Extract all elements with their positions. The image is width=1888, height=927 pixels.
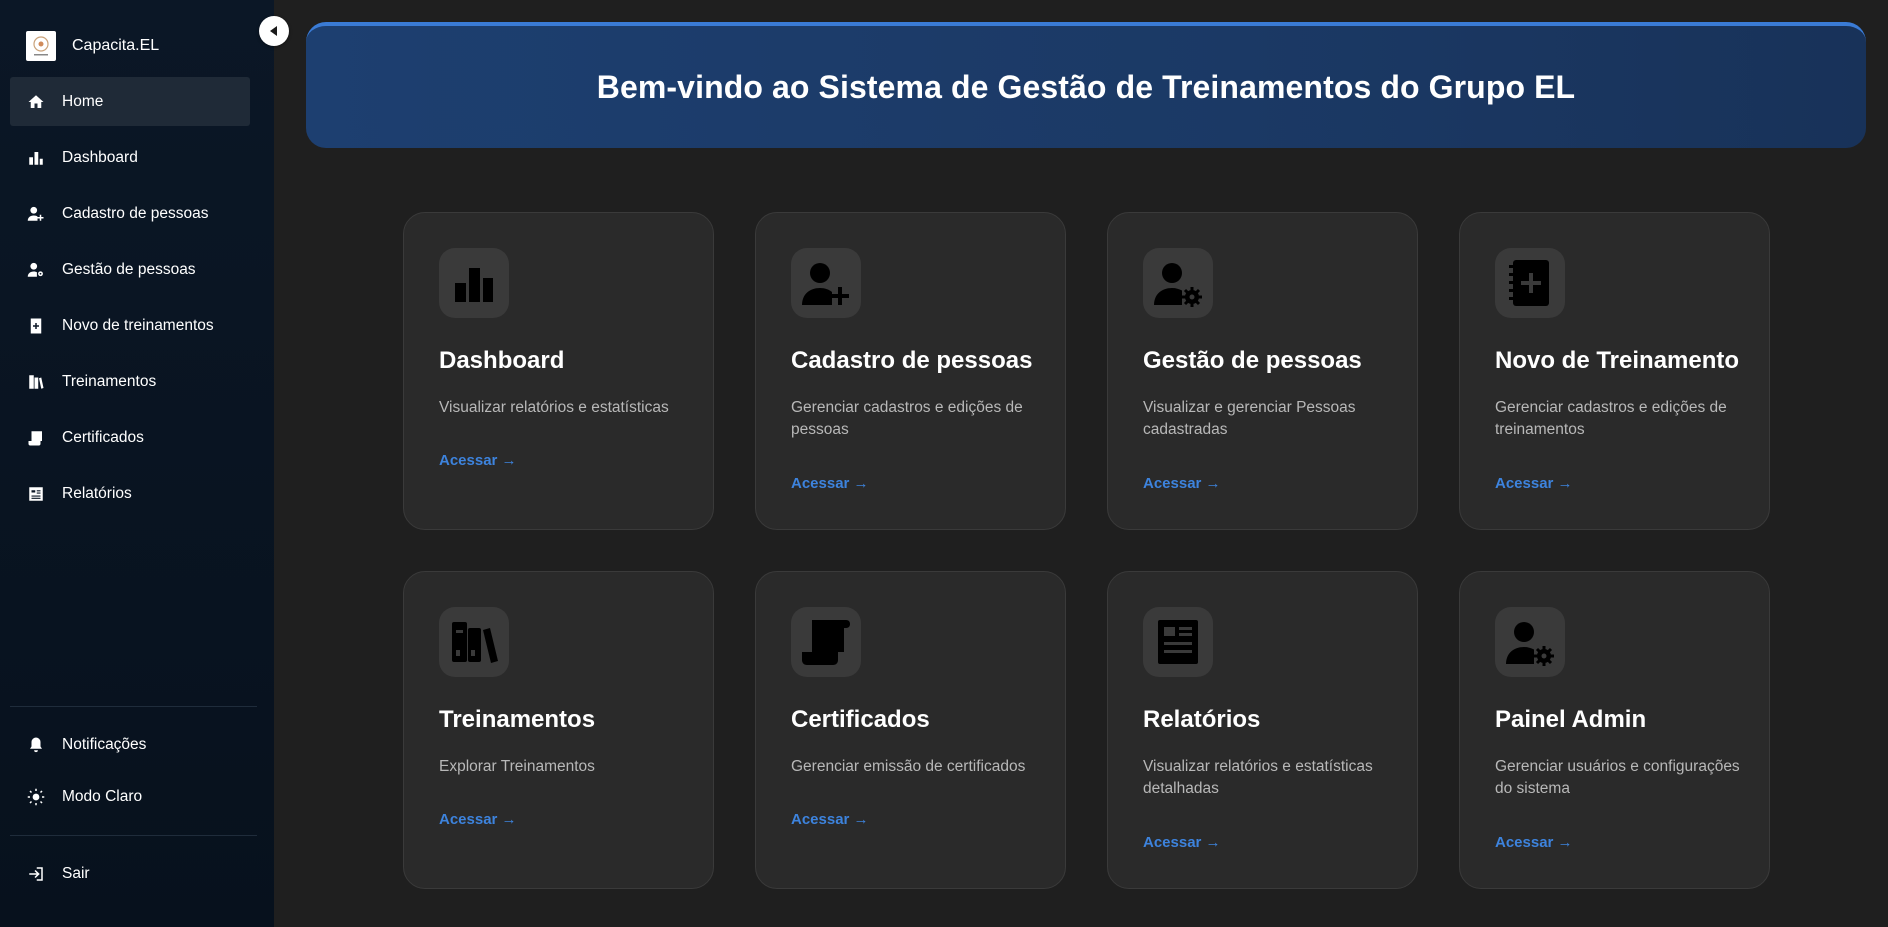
sidebar-item-label: Novo de treinamentos	[62, 316, 214, 334]
sun-icon	[26, 787, 46, 807]
books-icon	[26, 372, 46, 392]
sidebar-item-label: Cadastro de pessoas	[62, 204, 209, 222]
sidebar-item-label: Dashboard	[62, 148, 138, 166]
logout-icon	[26, 864, 46, 884]
books-icon	[439, 607, 509, 677]
card-link[interactable]: Acessar →	[1143, 834, 1221, 851]
sidebar-item-gestao[interactable]: Gestão de pessoas	[10, 245, 250, 294]
sidebar-item-treinamentos[interactable]: Treinamentos	[10, 357, 250, 406]
card-title: Gestão de pessoas	[1143, 347, 1362, 374]
card-title: Painel Admin	[1495, 706, 1647, 733]
card-description: Gerenciar emissão de certificados	[791, 758, 1026, 775]
card-link[interactable]: Acessar →	[791, 811, 869, 828]
scroll-icon	[791, 607, 861, 677]
person-add-icon	[26, 204, 46, 224]
card-relatorios[interactable]: Relatórios Visualizar relatórios e estat…	[1107, 571, 1418, 889]
home-icon	[26, 92, 46, 112]
divider	[10, 706, 257, 707]
card-description: Explorar Treinamentos	[439, 758, 595, 775]
page-title: Bem-vindo ao Sistema de Gestão de Treina…	[596, 68, 1576, 105]
card-description: Gerenciar cadastros e edições de pessoas	[791, 399, 1023, 438]
card-novo-treinamento[interactable]: Novo de Treinamento Gerenciar cadastros …	[1459, 212, 1770, 530]
logout-label: Sair	[62, 865, 90, 882]
sidebar-item-certificados[interactable]: Certificados	[10, 413, 250, 462]
sidebar-item-dashboard[interactable]: Dashboard	[10, 133, 250, 182]
caret-left-icon	[270, 26, 277, 36]
card-dashboard[interactable]: Dashboard Visualizar relatórios e estatí…	[403, 212, 714, 530]
card-title: Relatórios	[1143, 706, 1261, 733]
card-link[interactable]: Acessar →	[1143, 475, 1221, 492]
card-link[interactable]: Acessar →	[439, 811, 517, 828]
card-gestao-pessoas[interactable]: Gestão de pessoas Visualizar e gerenciar…	[1107, 212, 1418, 530]
sidebar-item-cadastro[interactable]: Cadastro de pessoas	[10, 189, 250, 238]
card-link[interactable]: Acessar →	[1495, 834, 1573, 851]
card-treinamentos[interactable]: Treinamentos Explorar Treinamentos Acess…	[403, 571, 714, 889]
collapse-sidebar-button[interactable]	[259, 16, 289, 46]
app-name: Capacita.EL	[72, 37, 160, 54]
notifications-button[interactable]: Notificações	[10, 725, 250, 765]
sidebar-item-novo-treinamentos[interactable]: Novo de treinamentos	[10, 301, 250, 350]
welcome-banner: Bem-vindo ao Sistema de Gestão de Treina…	[306, 22, 1866, 148]
person-add-icon	[791, 248, 861, 318]
card-cadastro-pessoas[interactable]: Cadastro de pessoas Gerenciar cadastros …	[755, 212, 1066, 530]
card-title: Dashboard	[439, 347, 565, 374]
chart-icon	[439, 248, 509, 318]
sidebar: Capacita.EL Home Dashboard Cadastro de p…	[0, 0, 274, 927]
sidebar-item-label: Gestão de pessoas	[62, 260, 196, 278]
divider	[10, 835, 257, 836]
chart-icon	[26, 148, 46, 168]
person-gear-icon	[1143, 248, 1213, 318]
card-link[interactable]: Acessar →	[439, 452, 517, 469]
theme-label: Modo Claro	[62, 788, 143, 805]
sidebar-item-relatorios[interactable]: Relatórios	[10, 469, 250, 518]
card-link[interactable]: Acessar →	[1495, 475, 1573, 492]
notebook-plus-icon	[26, 316, 46, 336]
sidebar-nav: Home Dashboard Cadastro de pessoas Gestã…	[10, 77, 250, 525]
notifications-label: Notificações	[62, 736, 147, 753]
sidebar-item-label: Treinamentos	[62, 372, 157, 390]
report-icon	[1143, 607, 1213, 677]
sidebar-item-label: Home	[62, 92, 104, 110]
notebook-plus-icon	[1495, 248, 1565, 318]
card-link[interactable]: Acessar →	[791, 475, 869, 492]
card-certificados[interactable]: Certificados Gerenciar emissão de certif…	[755, 571, 1066, 889]
logo-icon	[26, 31, 56, 61]
person-gear-icon	[26, 260, 46, 280]
card-description: Gerenciar cadastros e edições de treinam…	[1495, 399, 1727, 438]
card-title: Novo de Treinamento	[1495, 347, 1740, 374]
theme-toggle[interactable]: Modo Claro	[10, 777, 250, 817]
report-icon	[26, 484, 46, 504]
bell-icon	[26, 735, 46, 755]
card-description: Gerenciar usuários e configurações do si…	[1495, 758, 1740, 797]
sidebar-item-label: Relatórios	[62, 484, 132, 502]
sidebar-item-label: Certificados	[62, 428, 144, 446]
sidebar-item-home[interactable]: Home	[10, 77, 250, 126]
person-gear-icon	[1495, 607, 1565, 677]
scroll-icon	[26, 428, 46, 448]
card-description: Visualizar e gerenciar Pessoas cadastrad…	[1143, 399, 1356, 438]
card-title: Cadastro de pessoas	[791, 347, 1033, 374]
logout-button[interactable]: Sair	[10, 854, 250, 894]
card-painel-admin[interactable]: Painel Admin Gerenciar usuários e config…	[1459, 571, 1770, 889]
card-description: Visualizar relatórios e estatísticas	[439, 399, 669, 416]
card-description: Visualizar relatórios e estatísticas det…	[1143, 758, 1373, 797]
brand[interactable]: Capacita.EL	[26, 31, 159, 61]
card-title: Treinamentos	[439, 706, 596, 733]
card-title: Certificados	[791, 706, 930, 733]
